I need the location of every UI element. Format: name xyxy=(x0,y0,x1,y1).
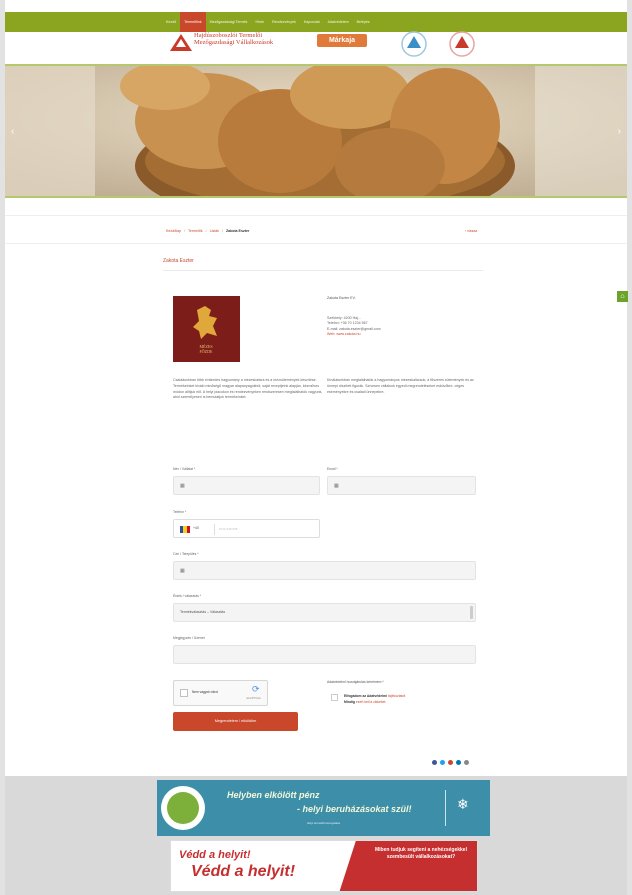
divider xyxy=(445,790,446,826)
banner-emblem xyxy=(161,786,205,830)
city-field[interactable]: ▦ xyxy=(173,561,476,580)
subject-selected-value: Termékválasztás – Választás xyxy=(180,610,226,614)
scroll-top-button[interactable]: ⌂ xyxy=(617,291,628,302)
coin-icon xyxy=(167,792,199,824)
divider xyxy=(163,270,483,271)
breadcrumb-sep: / xyxy=(184,229,185,233)
company-name: Zakota Eszter EV. xyxy=(327,296,356,300)
banner1-line-2: - helyi beruházásokat szül! xyxy=(297,804,412,814)
snowflake-icon: ❄ xyxy=(457,796,469,812)
name-label: Név / Vállalat * xyxy=(173,467,196,471)
site-logo-text[interactable]: Hajdúszoboszlói Termelői Mezőgazdasági V… xyxy=(194,32,273,46)
location-icon: ▦ xyxy=(180,568,185,574)
recaptcha-icon: ⟳ xyxy=(252,684,260,694)
share-icons xyxy=(432,760,469,765)
email-share-icon[interactable] xyxy=(464,760,469,765)
breadcrumb-item-current: Zakota Eszter xyxy=(225,229,250,233)
svg-text:FŐZDE: FŐZDE xyxy=(200,349,213,354)
logo-line-2: Mezőgazdasági Vállalkozások xyxy=(194,39,274,46)
linkedin-icon[interactable] xyxy=(456,760,461,765)
email-label: Email * xyxy=(327,467,338,471)
consent-title: Adatvédelmi hozzájárulás kérelmem * xyxy=(327,680,384,684)
terms-link[interactable]: ezért kell a cikkeket xyxy=(356,700,386,704)
breadcrumb-item-home[interactable]: Kezdőlap xyxy=(166,229,181,233)
nav-item-4[interactable]: Rendezvények xyxy=(268,12,300,32)
message-field[interactable] xyxy=(173,645,476,664)
back-link[interactable]: ‹ vissza xyxy=(465,229,477,233)
consent-checkbox[interactable] xyxy=(331,694,338,701)
consent-line-2: Mindig xyxy=(344,700,355,704)
banner2-question: Miben tudjuk segíteni a nehézségekkel sz… xyxy=(375,847,467,860)
consent-line-1: Elfogadom az Adatvédelmi xyxy=(344,694,388,698)
breadcrumb-item-lists[interactable]: Listák xyxy=(210,229,219,233)
divider xyxy=(214,524,215,535)
top-navigation: Kezdő Termelőink Mezőgazdasági Termék Hírek… xyxy=(5,12,627,32)
subject-label: Érdek / választás * xyxy=(173,594,202,598)
hero-image: ‹ › xyxy=(5,64,627,198)
submit-button[interactable]: Megrendelem / elküldöm xyxy=(173,712,298,731)
facebook-icon[interactable] xyxy=(432,760,437,765)
phone-field[interactable]: +40 0712 345 678 xyxy=(173,519,320,538)
protect-local-banner[interactable]: Védd a helyit! Védd a helyit! Miben tudj… xyxy=(170,840,478,892)
local-money-banner[interactable]: Helyben elkölött pénz - helyi beruházáso… xyxy=(157,780,490,836)
company-logo: MÉZES FŐZDE xyxy=(173,296,240,362)
breadcrumb-sep: / xyxy=(221,229,223,233)
company-info: Zakota Eszter EV. Székhely: 4200 Haj... … xyxy=(327,296,381,338)
privacy-policy-link[interactable]: tájékoztatót xyxy=(388,694,405,698)
recaptcha-label: Nem vagyok robot xyxy=(192,690,218,694)
nav-item-3[interactable]: Hírek xyxy=(251,12,268,32)
banner1-subtitle: Helyi termelők támogatása xyxy=(307,821,341,825)
site-header: Hajdúszoboszlói Termelői Mezőgazdasági V… xyxy=(5,30,627,64)
nav-item-2[interactable]: Mezőgazdasági Termék xyxy=(206,12,252,32)
hero-next-icon[interactable]: › xyxy=(618,126,621,137)
nav-item-0[interactable]: Kezdő xyxy=(162,12,180,32)
name-field[interactable]: ▦ xyxy=(173,476,320,495)
nav-item-7[interactable]: Belépés xyxy=(353,12,374,32)
divider xyxy=(5,243,627,244)
banner1-line-1: Helyben elkölött pénz xyxy=(227,790,320,800)
seal-blue-icon[interactable] xyxy=(398,30,430,58)
email-field[interactable]: ▦ xyxy=(327,476,476,495)
recaptcha-brand: reCAPTCHA xyxy=(246,697,261,700)
hero-separator xyxy=(5,200,627,216)
city-label: Cím / Település * xyxy=(173,552,199,556)
market-badge[interactable]: Márkaja xyxy=(317,34,367,47)
phone-placeholder: 0712 345 678 xyxy=(219,527,238,531)
select-scrollbar[interactable] xyxy=(470,606,473,619)
romania-flag-icon[interactable] xyxy=(180,526,190,533)
consent-text: Elfogadom az Adatvédelmi tájékoztatót Mi… xyxy=(344,693,405,705)
message-label: Megjegyzés / Üzenet xyxy=(173,636,205,640)
subject-select[interactable]: Termékválasztás – Választás xyxy=(173,603,476,622)
nav-item-6[interactable]: Adatvédelem xyxy=(324,12,353,32)
logo-line-1: Hajdúszoboszlói Termelői xyxy=(194,32,263,39)
hero-prev-icon[interactable]: ‹ xyxy=(11,126,14,137)
phone-country-code[interactable]: +40 xyxy=(193,526,199,530)
envelope-icon: ▦ xyxy=(334,483,339,489)
nav-item-1[interactable]: Termelőink xyxy=(180,12,206,32)
banner2-line-1: Védd a helyit! xyxy=(179,849,251,861)
breadcrumb: Kezdőlap / Termelők / Listák / Zakota Es… xyxy=(166,229,249,233)
company-description-left: Családunkban több évtizedes hagyomány a … xyxy=(173,378,323,400)
breadcrumb-item-producers[interactable]: Termelők xyxy=(188,229,203,233)
google-plus-icon[interactable] xyxy=(448,760,453,765)
gingerbread-basket-image xyxy=(5,66,627,196)
company-web-link[interactable]: Web: www.zakota.hu xyxy=(327,332,381,338)
company-description-right: Kínálatunkban megtalálhatók a hagyományo… xyxy=(327,378,474,394)
recaptcha-checkbox[interactable] xyxy=(180,689,188,697)
twitter-icon[interactable] xyxy=(440,760,445,765)
seal-red-icon[interactable] xyxy=(446,30,478,58)
breadcrumb-sep: / xyxy=(205,229,207,233)
recaptcha-widget[interactable]: Nem vagyok robot ⟳ reCAPTCHA xyxy=(173,680,268,706)
logo-icon[interactable] xyxy=(170,34,192,51)
banner2-line-2: Védd a helyit! xyxy=(191,863,296,880)
page-title: Zakota Eszter xyxy=(163,258,194,264)
nav-item-5[interactable]: Kapcsolat xyxy=(300,12,324,32)
phone-label: Telefon * xyxy=(173,510,187,514)
id-card-icon: ▦ xyxy=(180,483,185,489)
